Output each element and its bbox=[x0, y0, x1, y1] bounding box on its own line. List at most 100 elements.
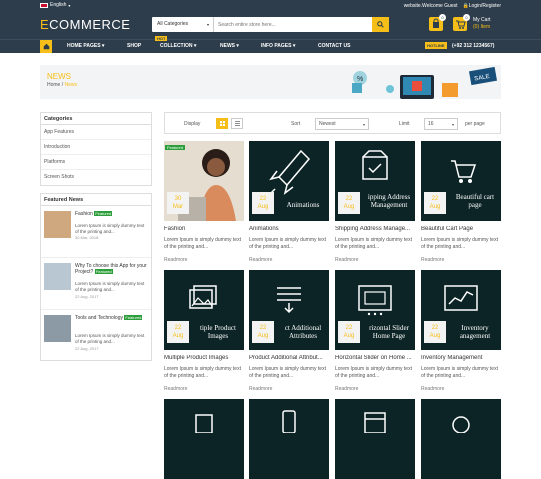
news-card[interactable]: tiple Product Images 22 Aug Multiple Prod… bbox=[164, 270, 244, 392]
per-page-label: per page bbox=[465, 121, 485, 127]
top-bar: English ▾ website.Welcome Guest 🔒Login/R… bbox=[0, 0, 541, 11]
news-title[interactable]: Shipping Address Manage... bbox=[335, 226, 415, 232]
news-image[interactable]: tiple Product Images 22 Aug bbox=[164, 270, 244, 350]
date-badge: 22 Aug bbox=[338, 192, 360, 214]
news-card[interactable]: ipping Address Management 22 Aug Shipping… bbox=[335, 141, 415, 263]
search-input[interactable] bbox=[214, 17, 372, 32]
featured-news-item[interactable]: Fashion Featured Lorem Ipsum is simply d… bbox=[41, 206, 151, 258]
readmore-link[interactable]: Readmore bbox=[164, 257, 244, 263]
news-title[interactable]: Multiple Product Images bbox=[164, 355, 244, 361]
nav-home-pages[interactable]: HOME PAGES ▾ bbox=[67, 43, 104, 49]
nav-news[interactable]: NEWS ▾ bbox=[220, 43, 239, 49]
news-card[interactable] bbox=[335, 399, 415, 479]
list-view-button[interactable] bbox=[231, 118, 243, 129]
news-card[interactable] bbox=[421, 399, 501, 479]
news-image[interactable] bbox=[164, 399, 244, 479]
limit-select[interactable]: 16 ▾ bbox=[424, 118, 458, 130]
login-link[interactable]: 🔒Login/Register bbox=[463, 3, 501, 9]
date-badge: 22 Aug bbox=[424, 192, 446, 214]
breadcrumb-home[interactable]: Home bbox=[47, 82, 60, 88]
welcome-text: website.Welcome Guest bbox=[403, 3, 458, 9]
readmore-link[interactable]: Readmore bbox=[249, 257, 329, 263]
nav-info-pages[interactable]: INFO PAGES ▾ bbox=[261, 43, 295, 49]
news-card[interactable]: Featured 30 Mar Fashion Lorem Ipsum is si… bbox=[164, 141, 244, 263]
news-image[interactable] bbox=[335, 399, 415, 479]
readmore-link[interactable]: Readmore bbox=[335, 257, 415, 263]
language-selector[interactable]: English ▾ bbox=[40, 2, 70, 8]
news-date: 30 Mar, 2018 bbox=[75, 235, 99, 240]
home-button[interactable] bbox=[40, 40, 52, 53]
sort-select[interactable]: Newest ▾ bbox=[315, 118, 369, 130]
news-image[interactable]: ipping Address Management 22 Aug bbox=[335, 141, 415, 221]
news-desc: Lorem Ipsum is simply dummy text of the … bbox=[249, 237, 326, 250]
news-image[interactable]: Featured 30 Mar bbox=[164, 141, 244, 221]
featured-badge: Featured bbox=[124, 315, 143, 320]
overlay-text: Beautiful cart page bbox=[455, 193, 495, 209]
news-title[interactable]: Product Additional Attribut... bbox=[249, 355, 329, 361]
news-title[interactable]: Tools and Technology bbox=[75, 315, 123, 321]
overlay-text: tiple Product Images bbox=[200, 324, 236, 340]
logo[interactable]: ECOMMERCE bbox=[40, 17, 130, 32]
category-screen-shots[interactable]: Screen Shots bbox=[41, 170, 151, 185]
categories-panel: Categories App Features Introduction Pla… bbox=[40, 112, 152, 186]
news-desc: Lorem Ipsum is simply dummy text of the … bbox=[249, 366, 326, 379]
news-image[interactable]: Animations 22 Aug bbox=[249, 141, 329, 221]
wishlist-count: 0 bbox=[439, 14, 446, 21]
sort-label: Sort bbox=[291, 121, 301, 127]
news-title[interactable]: Horizontal Slider on Home ... bbox=[335, 355, 415, 361]
news-card[interactable] bbox=[249, 399, 329, 479]
search-category-select[interactable]: All Categories ▾ bbox=[152, 17, 214, 32]
news-desc: Lorem Ipsum is simply dummy text of the … bbox=[164, 366, 241, 379]
search-button[interactable] bbox=[372, 17, 389, 32]
nav-collection[interactable]: COLLECTION ▾ bbox=[160, 43, 196, 49]
overlay-text: Animations bbox=[286, 201, 320, 209]
news-image[interactable]: Inventory anagement 22 Aug bbox=[421, 270, 501, 350]
nav-contact-us[interactable]: CONTACT US bbox=[318, 43, 350, 49]
overlay-text: Inventory anagement bbox=[459, 324, 491, 340]
grid-view-button[interactable] bbox=[216, 118, 228, 129]
news-card[interactable]: rizontal Slider Home Page 22 Aug Horizont… bbox=[335, 270, 415, 392]
category-platforms[interactable]: Platforms bbox=[41, 155, 151, 170]
shopping-illustration: SALE % bbox=[352, 66, 498, 99]
news-title[interactable]: Inventory Management bbox=[421, 355, 501, 361]
news-card[interactable]: Animations 22 Aug Animations Lorem Ipsum … bbox=[249, 141, 329, 263]
readmore-link[interactable]: Readmore bbox=[249, 386, 329, 392]
news-desc: Lorem Ipsum is simply dummy text of the … bbox=[335, 366, 412, 379]
news-title[interactable]: Fashion bbox=[75, 211, 93, 217]
news-image[interactable]: ct Additional Attributes 22 Aug bbox=[249, 270, 329, 350]
readmore-link[interactable]: Readmore bbox=[421, 257, 501, 263]
wishlist-button[interactable]: 0 bbox=[429, 14, 446, 31]
news-card[interactable]: Beautiful cart page 22 Aug Beautiful Cart… bbox=[421, 141, 501, 263]
readmore-link[interactable]: Readmore bbox=[421, 386, 501, 392]
overlay-text: ct Additional Attributes bbox=[284, 324, 322, 340]
news-title[interactable]: Animations bbox=[249, 226, 329, 232]
page-banner: NEWS Home / News SALE % bbox=[40, 65, 501, 99]
news-image[interactable] bbox=[249, 399, 329, 479]
nav-shop[interactable]: SHOP bbox=[127, 43, 141, 49]
hotline-badge: HOTLINE bbox=[425, 42, 447, 49]
readmore-link[interactable]: Readmore bbox=[164, 386, 244, 392]
category-introduction[interactable]: Introduction bbox=[41, 140, 151, 155]
featured-news-item[interactable]: Tools and Technology Featured Lorem Ipsu… bbox=[41, 310, 151, 360]
category-app-features[interactable]: App Features bbox=[41, 125, 151, 140]
news-title[interactable]: Fashion bbox=[164, 226, 244, 232]
news-card[interactable] bbox=[164, 399, 244, 479]
listing-toolbar: Display Sort Newest ▾ Limit 16 ▾ per page bbox=[164, 112, 501, 134]
featured-news-item[interactable]: Why To choose this App for your Project?… bbox=[41, 258, 151, 310]
news-image[interactable]: Beautiful cart page 22 Aug bbox=[421, 141, 501, 221]
news-image[interactable] bbox=[421, 399, 501, 479]
date-badge: 22 Aug bbox=[338, 321, 360, 343]
featured-news-title: Featured News bbox=[41, 194, 151, 206]
overlay-text: ipping Address Management bbox=[367, 193, 411, 209]
news-card[interactable]: ct Additional Attributes 22 Aug Product A… bbox=[249, 270, 329, 392]
news-title[interactable]: Beautiful Cart Page bbox=[421, 226, 501, 232]
news-desc: Lorem Ipsum is simply dummy text of the … bbox=[164, 237, 241, 250]
cart-button[interactable]: 0 bbox=[453, 14, 470, 31]
news-card[interactable]: Inventory anagement 22 Aug Inventory Mana… bbox=[421, 270, 501, 392]
limit-label: Limit bbox=[399, 121, 410, 127]
page-title: NEWS bbox=[47, 72, 71, 81]
news-desc: Lorem Ipsum is simply dummy text of the … bbox=[75, 223, 145, 234]
news-image[interactable]: rizontal Slider Home Page 22 Aug bbox=[335, 270, 415, 350]
cart-info[interactable]: My Cart (0) Item bbox=[473, 17, 491, 31]
readmore-link[interactable]: Readmore bbox=[335, 386, 415, 392]
